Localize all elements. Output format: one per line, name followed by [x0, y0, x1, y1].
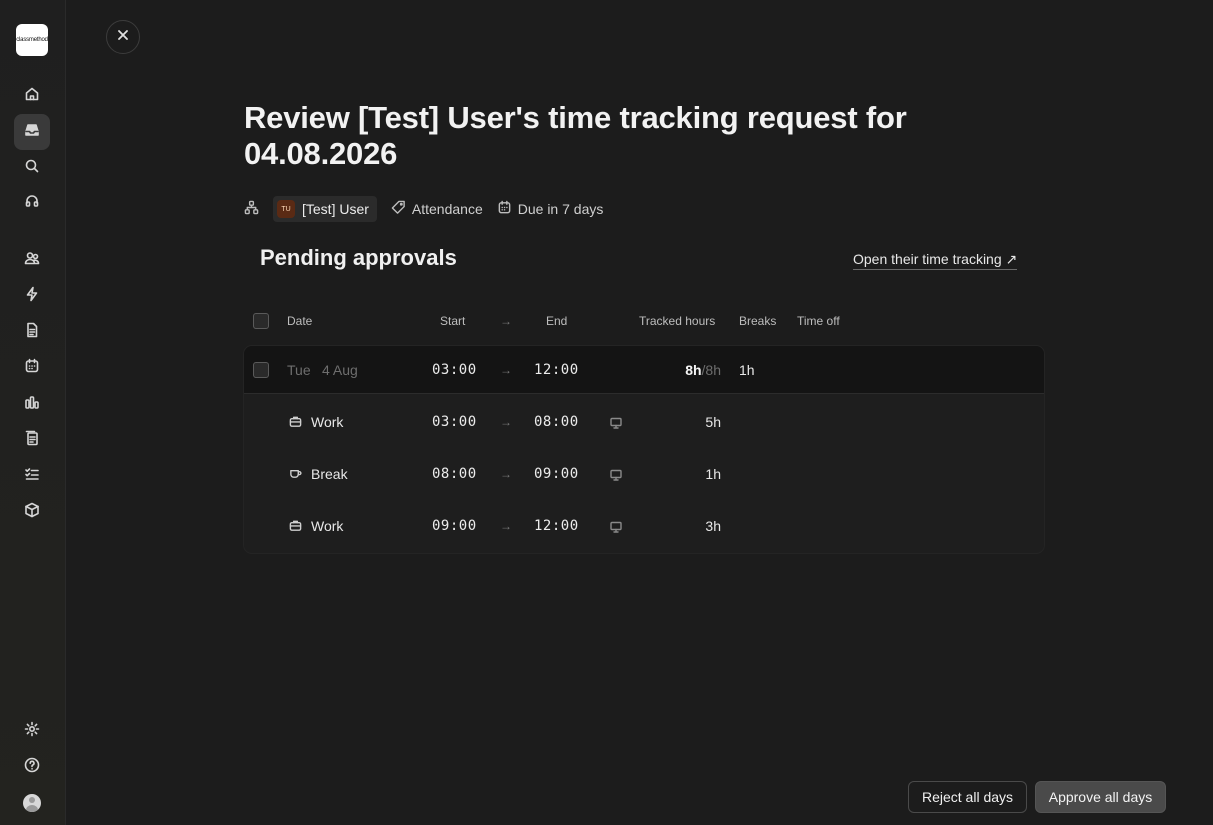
sidebar-item-search[interactable]	[14, 150, 50, 186]
briefcase-icon	[289, 519, 302, 535]
entry-start[interactable]: 09:00	[432, 518, 477, 534]
day-weekday: Tue	[287, 362, 311, 378]
sidebar-item-apps[interactable]	[14, 494, 50, 530]
user-avatar: TU	[277, 200, 295, 218]
arrow-icon: →	[500, 467, 512, 481]
sidebar-item-documents[interactable]	[14, 314, 50, 350]
desktop-icon	[610, 520, 622, 536]
day-tracked-value: 8h	[685, 362, 702, 378]
desktop-icon	[610, 468, 622, 484]
entry-type: Work	[311, 518, 344, 534]
app-root: classmethod Review [Test] User's time tr…	[0, 0, 1213, 825]
arrow-icon: →	[500, 519, 512, 533]
entry-type: Work	[311, 414, 344, 430]
coffee-icon	[289, 467, 302, 483]
desktop-icon	[610, 416, 622, 432]
entry-start[interactable]: 03:00	[432, 414, 477, 430]
sidebar-item-calendar[interactable]	[14, 350, 50, 386]
sidebar-item-settings[interactable]	[14, 713, 50, 749]
approve-all-button[interactable]: Approve all days	[1035, 781, 1166, 813]
org-icon	[244, 200, 259, 218]
logo-text: classmethod	[16, 37, 48, 43]
bolt-icon	[24, 286, 40, 307]
table-row-day[interactable]: Tue 4 Aug 03:00 → 12:00 8h/8h 1h	[244, 346, 1044, 394]
arrow-icon: →	[500, 363, 512, 377]
table-header: Date Start → End Tracked hours Breaks Ti…	[244, 306, 1044, 336]
tag-icon	[391, 200, 406, 218]
user-chip[interactable]: TU [Test] User	[273, 196, 377, 222]
day-date: 4 Aug	[322, 362, 358, 378]
day-checkbox[interactable]	[253, 362, 269, 378]
open-time-tracking-link[interactable]: Open their time tracking ↗	[853, 251, 1018, 270]
col-breaks: Breaks	[739, 314, 777, 328]
select-all-checkbox[interactable]	[253, 313, 269, 329]
table-row[interactable]: Work 09:00 → 12:00 3h	[244, 502, 1044, 550]
table-row[interactable]: Break 08:00 → 09:00 1h	[244, 450, 1044, 498]
calendar-small-icon	[497, 200, 512, 218]
people-icon	[24, 250, 40, 271]
sidebar-item-tasks[interactable]	[14, 458, 50, 494]
sidebar-item-payroll[interactable]	[14, 422, 50, 458]
day-breaks: 1h	[739, 362, 755, 378]
briefcase-icon	[289, 415, 302, 431]
due-chip: Due in 7 days	[497, 200, 604, 218]
day-start: 03:00	[432, 362, 477, 378]
col-arrow: →	[500, 314, 512, 328]
support-icon	[24, 194, 40, 215]
document-icon	[24, 322, 40, 343]
company-logo[interactable]: classmethod	[16, 24, 48, 56]
sidebar-item-home[interactable]	[14, 78, 50, 114]
entry-hours: 5h	[705, 414, 721, 430]
entry-type: Break	[311, 466, 348, 482]
day-end: 12:00	[534, 362, 579, 378]
col-end: End	[546, 314, 568, 328]
avatar[interactable]	[23, 794, 41, 812]
due-label: Due in 7 days	[517, 201, 604, 217]
inbox-icon	[24, 122, 40, 143]
reject-all-button[interactable]: Reject all days	[908, 781, 1027, 813]
sidebar-item-inbox[interactable]	[14, 114, 50, 150]
calendar-icon	[24, 358, 40, 379]
user-name: [Test] User	[302, 201, 369, 217]
close-button[interactable]	[106, 20, 140, 54]
arrow-icon: →	[500, 415, 512, 429]
checklist-icon	[24, 466, 40, 487]
search-icon	[24, 158, 40, 179]
sidebar-item-people[interactable]	[14, 242, 50, 278]
col-start: Start	[440, 314, 466, 328]
table-row[interactable]: Work 03:00 → 08:00 5h	[244, 398, 1044, 446]
day-tracked: 8h/8h	[685, 362, 721, 378]
sidebar: classmethod	[0, 0, 66, 825]
package-icon	[24, 502, 40, 523]
page-title: Review [Test] User's time tracking reque…	[244, 100, 907, 171]
sidebar-item-analytics[interactable]	[14, 386, 50, 422]
help-icon	[24, 757, 40, 778]
close-icon	[116, 28, 130, 47]
entry-end[interactable]: 12:00	[534, 518, 579, 534]
col-tracked-hours: Tracked hours	[639, 314, 716, 328]
home-icon	[24, 86, 40, 107]
request-meta: TU [Test] User Attendance Due in 7 days	[244, 196, 603, 222]
sidebar-item-automation[interactable]	[14, 278, 50, 314]
col-date: Date	[287, 314, 313, 328]
chart-icon	[24, 394, 40, 415]
sidebar-item-help[interactable]	[14, 749, 50, 785]
ledger-icon	[24, 430, 40, 451]
day-tracked-target: /8h	[701, 362, 721, 378]
entry-end[interactable]: 09:00	[534, 466, 579, 482]
category-label: Attendance	[411, 201, 483, 217]
sidebar-item-support[interactable]	[14, 186, 50, 222]
entry-hours: 1h	[705, 466, 721, 482]
gear-icon	[24, 721, 40, 742]
entry-hours: 3h	[705, 518, 721, 534]
col-time-off: Time off	[797, 314, 840, 328]
section-title: Pending approvals	[260, 245, 457, 270]
category-chip: Attendance	[391, 200, 483, 218]
approval-table: Tue 4 Aug 03:00 → 12:00 8h/8h 1h Work 03…	[244, 346, 1044, 553]
entry-end[interactable]: 08:00	[534, 414, 579, 430]
entry-start[interactable]: 08:00	[432, 466, 477, 482]
